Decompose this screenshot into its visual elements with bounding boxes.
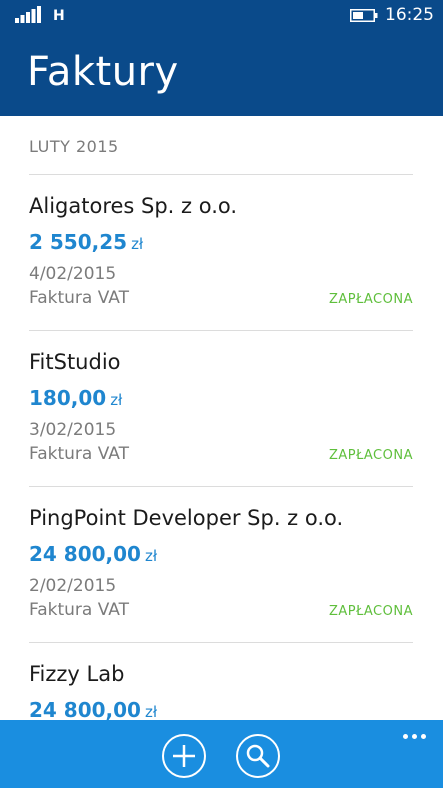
invoice-date: 3/02/2015 bbox=[29, 420, 117, 440]
invoice-item[interactable]: Aligatores Sp. z o.o. 2 550,25 zł 4/02/20… bbox=[0, 194, 443, 344]
divider bbox=[29, 642, 413, 643]
invoice-status-badge: ZAPŁACONA bbox=[328, 448, 413, 463]
add-icon bbox=[173, 745, 195, 767]
invoice-currency: zł bbox=[110, 391, 123, 409]
invoice-client-name: PingPoint Developer Sp. z o.o. bbox=[29, 506, 344, 530]
invoice-amount-value: 24 800,00 bbox=[29, 542, 141, 566]
more-icon bbox=[421, 734, 426, 739]
invoice-amount: 2 550,25 zł bbox=[29, 230, 143, 254]
invoice-amount-value: 2 550,25 bbox=[29, 230, 128, 254]
divider bbox=[29, 330, 413, 331]
clock: 16:25 bbox=[385, 5, 434, 25]
invoice-currency: zł bbox=[144, 547, 158, 565]
invoice-type: Faktura VAT bbox=[29, 288, 129, 308]
more-icon bbox=[403, 734, 408, 739]
invoice-type: Faktura VAT bbox=[29, 444, 129, 464]
search-icon bbox=[246, 744, 270, 768]
invoice-client-name: Fizzy Lab bbox=[29, 662, 125, 686]
battery-icon bbox=[350, 9, 378, 22]
invoice-item[interactable]: PingPoint Developer Sp. z o.o. 24 800,00… bbox=[0, 506, 443, 656]
invoice-amount: 180,00 zł bbox=[29, 386, 122, 410]
invoice-date: 2/02/2015 bbox=[29, 576, 117, 596]
status-bar: H 16:25 bbox=[0, 0, 443, 32]
invoice-amount: 24 800,00 zł bbox=[29, 698, 157, 720]
invoice-date: 4/02/2015 bbox=[29, 264, 117, 284]
invoice-item[interactable]: FitStudio 180,00 zł 3/02/2015 Faktura VAT… bbox=[0, 350, 443, 500]
invoice-client-name: Aligatores Sp. z o.o. bbox=[29, 194, 238, 218]
app-bar bbox=[0, 720, 443, 788]
invoice-status-badge: ZAPŁACONA bbox=[328, 604, 413, 619]
invoice-status-badge: ZAPŁACONA bbox=[328, 292, 413, 307]
invoice-currency: zł bbox=[131, 235, 144, 253]
invoice-list[interactable]: LUTY 2015 Aligatores Sp. z o.o. 2 550,25… bbox=[0, 116, 443, 720]
page-title: Faktury bbox=[27, 49, 179, 95]
invoice-client-name: FitStudio bbox=[29, 350, 121, 374]
add-button[interactable] bbox=[162, 734, 206, 778]
invoice-item[interactable]: Fizzy Lab 24 800,00 zł bbox=[0, 662, 443, 720]
invoice-amount-value: 180,00 bbox=[29, 386, 107, 410]
more-button[interactable] bbox=[403, 732, 427, 742]
signal-icon bbox=[15, 6, 41, 23]
more-icon bbox=[412, 734, 417, 739]
divider bbox=[29, 174, 413, 175]
section-header: LUTY 2015 bbox=[29, 137, 119, 156]
invoice-amount: 24 800,00 zł bbox=[29, 542, 157, 566]
invoice-amount-value: 24 800,00 bbox=[29, 698, 141, 720]
network-type: H bbox=[53, 8, 65, 24]
divider bbox=[29, 486, 413, 487]
invoice-type: Faktura VAT bbox=[29, 600, 129, 620]
invoice-currency: zł bbox=[144, 703, 158, 720]
search-button[interactable] bbox=[236, 734, 280, 778]
header: Faktury bbox=[0, 32, 443, 116]
